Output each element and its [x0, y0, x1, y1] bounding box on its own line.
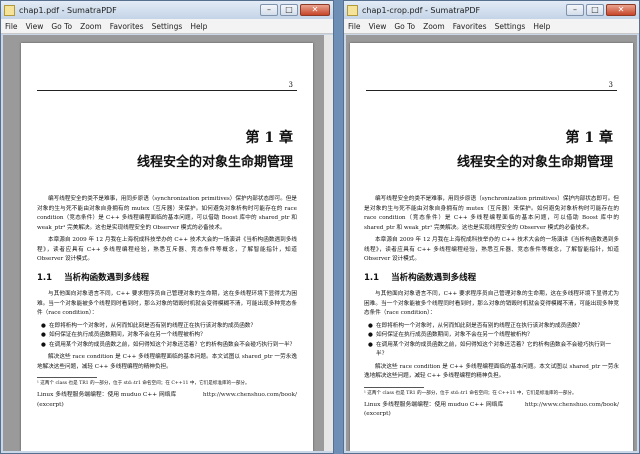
page-footer: Linux 多线程服务端编程：使用 muduo C++ 网络库 (excerpt… — [364, 401, 619, 420]
list-item-text: 在即将析构一个对象时，从何而知此刻是否有别的线程正在执行该对象的成员函数？ — [49, 322, 256, 329]
chapter-title: 线程安全的对象生命期管理 — [456, 155, 613, 170]
paragraph: 解决这些 race condition 是 C++ 多线程编程面临的基本问题。本… — [364, 363, 619, 380]
document-canvas[interactable]: 3 第 1 章 线程安全的对象生命期管理 编写线程安全的类不是难事，用同步原语（… — [3, 35, 331, 451]
pdf-page: 3 第 1 章 线程安全的对象生命期管理 编写线程安全的类不是难事，用同步原语（… — [350, 43, 633, 451]
list-item: ● 如何保证在执行成员函数期间，对象不会在另一个线程被析构？ — [368, 331, 619, 341]
footnote: ¹ 这两个 class 也是 TR1 的一部分，位于 std::tr1 命名空间… — [37, 381, 250, 386]
title-bar[interactable]: chap1.pdf - SumatraPDF – □ ✕ — [1, 1, 333, 19]
bullet-icon: ● — [41, 322, 46, 329]
list-item-text: 在调用某个对象的成员函数之前，如何得知这个对象还活着？它的析构函数会不会碰巧执行… — [376, 341, 611, 358]
list-item-text: 如何保证在执行成员函数期间，对象不会在另一个线程被析构？ — [376, 332, 533, 338]
menu-bar: File View Go To Zoom Favorites Settings … — [1, 19, 333, 34]
menu-bar: File View Go To Zoom Favorites Settings … — [344, 19, 639, 34]
menu-zoom[interactable]: Zoom — [423, 22, 445, 31]
document-canvas[interactable]: 3 第 1 章 线程安全的对象生命期管理 编写线程安全的类不是难事，用同步原语（… — [346, 35, 637, 451]
paragraph: 与其他面向对象语言不同，C++ 要求程序员自己管理对象的生命期，这在多线程环境下… — [37, 291, 297, 316]
window-title: chap1.pdf - SumatraPDF — [19, 5, 117, 15]
menu-help[interactable]: Help — [533, 22, 550, 31]
bullet-icon: ● — [368, 341, 373, 348]
title-bar[interactable]: chap1-crop.pdf - SumatraPDF – □ ✕ — [344, 1, 639, 19]
footer-url: http://www.chenshuo.com/book/ — [524, 401, 619, 408]
pdf-page: 3 第 1 章 线程安全的对象生命期管理 编写线程安全的类不是难事，用同步原语（… — [21, 43, 313, 451]
menu-settings[interactable]: Settings — [495, 22, 526, 31]
list-item-text: 如何保证在执行成员函数期间，对象不会在另一个线程被析构？ — [49, 332, 206, 338]
section-title: 当析构函数遇到多线程 — [391, 272, 477, 283]
menu-file[interactable]: File — [5, 22, 18, 31]
footnote-rule — [364, 386, 424, 388]
close-button[interactable]: ✕ — [606, 4, 636, 16]
list-item-text: 在调用某个对象的成员函数之前，如何得知这个对象还活着？它的析构函数会不会碰巧执行… — [49, 341, 296, 348]
footer-url: http://www.chenshuo.com/book/ — [202, 392, 297, 398]
sumatra-app-icon — [347, 4, 358, 16]
list-item: ● 在即将析构一个对象时，从何而知此刻是否有别的线程正在执行该对象的成员函数？ — [41, 322, 297, 332]
maximize-button[interactable]: □ — [280, 4, 298, 16]
menu-zoom[interactable]: Zoom — [80, 22, 102, 31]
bullet-list: ● 在即将析构一个对象时，从何而知此刻是否有别的线程正在执行该对象的成员函数？ ●… — [37, 322, 297, 351]
bullet-list: ● 在即将析构一个对象时，从何而知此刻是否有别的线程正在执行该对象的成员函数？ ●… — [364, 322, 619, 360]
chapter-number: 第 1 章 — [565, 130, 614, 146]
page-body: 编写线程安全的类不是难事，用同步原语（synchronization primi… — [37, 195, 297, 410]
vertical-scrollbar[interactable] — [324, 35, 333, 451]
footer-book-title: Linux 多线程服务端编程：使用 muduo C++ 网络库 (excerpt… — [364, 401, 504, 418]
paragraph: 解决这些 race condition 是 C++ 多线程编程面临的基本问题。本… — [37, 354, 297, 370]
maximize-button[interactable]: □ — [586, 4, 604, 16]
list-item: ● 如何保证在执行成员函数期间，对象不会在另一个线程被析构？ — [41, 331, 297, 341]
page-number: 3 — [608, 81, 613, 89]
list-item: ● 在调用某个对象的成员函数之前，如何得知这个对象还活着？它的析构函数会不会碰巧执… — [368, 341, 619, 360]
minimize-button[interactable]: – — [566, 4, 584, 16]
page-footer: Linux 多线程服务端编程：使用 muduo C++ 网络库 (excerpt… — [37, 391, 297, 410]
bullet-icon: ● — [368, 322, 373, 329]
header-rule — [366, 90, 617, 91]
paragraph: 本章源自 2009 年 12 月我在上海祝成科技举办的 C++ 技术大会的一场演… — [364, 237, 619, 262]
bullet-icon: ● — [41, 332, 46, 338]
list-item: ● 在即将析构一个对象时，从何而知此刻是否有别的线程正在执行该对象的成员函数？ — [368, 322, 619, 332]
menu-view[interactable]: View — [26, 22, 44, 31]
paragraph: 本章源自 2009 年 12 月我在上海祝成科技举办的 C++ 技术大会的一场演… — [37, 237, 297, 262]
list-item-text: 在即将析构一个对象时，从何而知此刻是否有别的线程正在执行该对象的成员函数？ — [376, 322, 583, 329]
page-body: 编写线程安全的类不是难事，用同步原语（synchronization primi… — [364, 195, 619, 420]
footer-book-title: Linux 多线程服务端编程：使用 muduo C++ 网络库 (excerpt… — [37, 392, 177, 408]
section-heading: 1.1 当析构函数遇到多线程 — [37, 272, 297, 284]
footnote-rule — [37, 377, 97, 378]
footnote: ¹ 这两个 class 也是 TR1 的一部分，位于 std::tr1 命名空间… — [364, 390, 577, 396]
sumatra-window-original: chap1.pdf - SumatraPDF – □ ✕ File View G… — [0, 0, 334, 454]
menu-favorites[interactable]: Favorites — [110, 22, 144, 31]
section-heading: 1.1 当析构函数遇到多线程 — [364, 272, 619, 284]
menu-go-to[interactable]: Go To — [51, 22, 72, 31]
header-rule — [37, 90, 297, 91]
section-number: 1.1 — [37, 272, 53, 283]
chapter-number: 第 1 章 — [245, 130, 294, 146]
minimize-button[interactable]: – — [260, 4, 278, 16]
chapter-title: 线程安全的对象生命期管理 — [136, 155, 293, 170]
bullet-icon: ● — [368, 332, 373, 338]
sumatra-window-cropped: chap1-crop.pdf - SumatraPDF – □ ✕ File V… — [343, 0, 640, 454]
section-number: 1.1 — [364, 272, 380, 283]
paragraph: 编写线程安全的类不是难事，用同步原语（synchronization primi… — [364, 196, 619, 231]
menu-favorites[interactable]: Favorites — [453, 22, 487, 31]
section-title: 当析构函数遇到多线程 — [64, 272, 150, 283]
list-item: ● 在调用某个对象的成员函数之前，如何得知这个对象还活着？它的析构函数会不会碰巧执… — [41, 341, 297, 351]
bullet-icon: ● — [41, 341, 46, 348]
window-title: chap1-crop.pdf - SumatraPDF — [362, 5, 481, 15]
menu-view[interactable]: View — [369, 22, 387, 31]
menu-help[interactable]: Help — [190, 22, 207, 31]
page-number: 3 — [288, 81, 293, 89]
close-button[interactable]: ✕ — [300, 4, 330, 16]
paragraph: 与其他面向对象语言不同，C++ 要求程序员自己管理对象的生命期，这在多线程环境下… — [364, 291, 619, 316]
sumatra-app-icon — [4, 4, 15, 16]
menu-file[interactable]: File — [348, 22, 361, 31]
paragraph: 编写线程安全的类不是难事，用同步原语（synchronization primi… — [37, 196, 297, 231]
menu-settings[interactable]: Settings — [152, 22, 183, 31]
menu-go-to[interactable]: Go To — [394, 22, 415, 31]
